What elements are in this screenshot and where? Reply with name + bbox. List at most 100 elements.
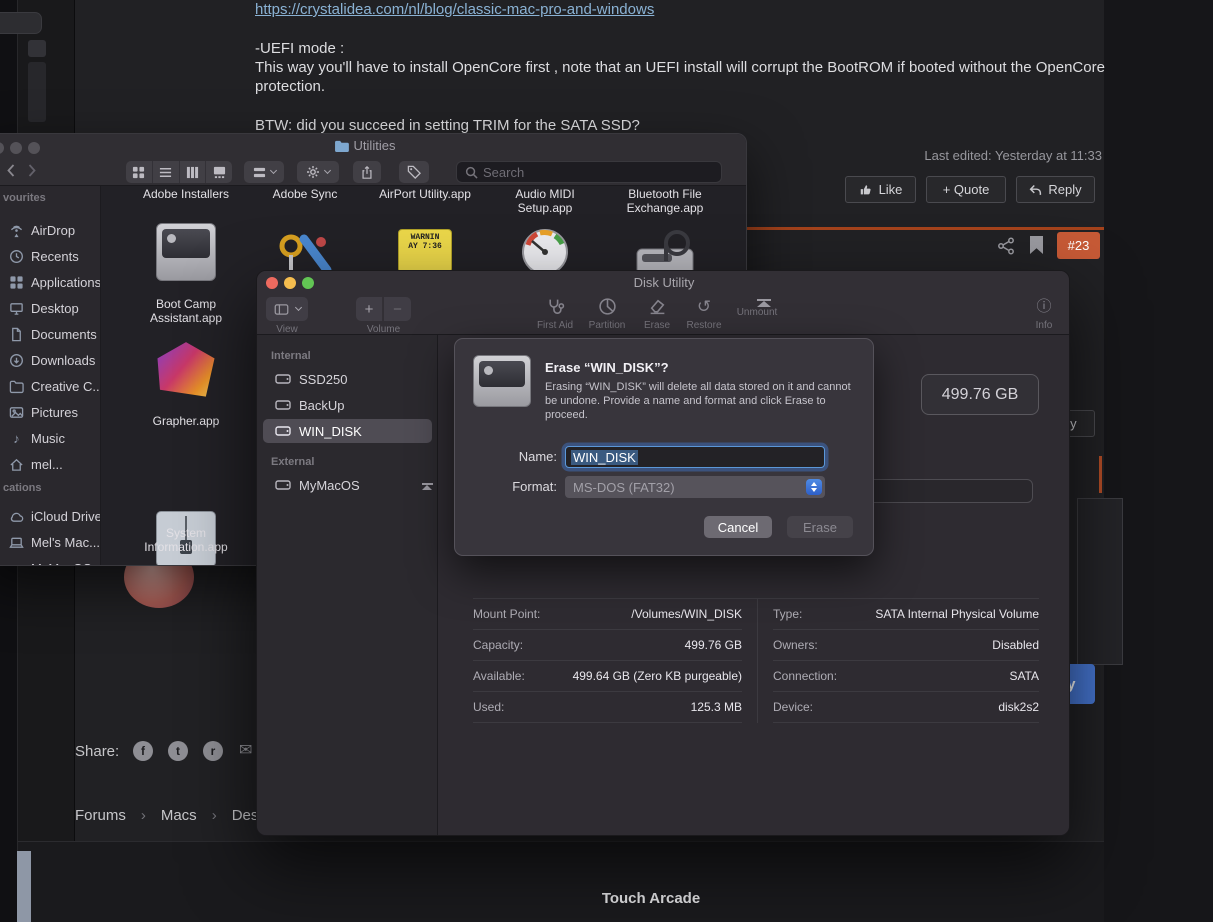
- erase-dialog: Erase “WIN_DISK”? Erasing “WIN_DISK” wil…: [454, 338, 874, 556]
- add-volume-button[interactable]: +: [356, 297, 383, 321]
- gallery-view-button[interactable]: [206, 161, 232, 183]
- column-view-button[interactable]: [180, 161, 207, 183]
- volume-label: SSD250: [299, 371, 348, 387]
- file-label-adobe-installers[interactable]: Adobe Installers: [126, 187, 246, 201]
- page-gutter: [1104, 0, 1213, 922]
- sidebar-item-home[interactable]: mel...: [0, 452, 100, 476]
- unmount-button[interactable]: Unmount: [729, 297, 785, 318]
- twitter-icon[interactable]: t: [168, 741, 188, 761]
- group-by-button[interactable]: [244, 161, 284, 183]
- info-button[interactable]: ⓘ Info: [1016, 297, 1069, 331]
- unmount-label: Unmount: [736, 307, 778, 318]
- file-label-adobe-sync[interactable]: Adobe Sync: [245, 187, 365, 201]
- warning-app-icon[interactable]: WARNIN AY 7:36: [398, 229, 452, 273]
- sidebar-item-desktop[interactable]: Desktop: [0, 296, 100, 320]
- breadcrumb-macs[interactable]: Macs: [161, 807, 197, 824]
- laptop-icon: [9, 535, 24, 550]
- reply-button[interactable]: Reply: [1016, 176, 1095, 203]
- quote-accent-bar: [1099, 456, 1102, 493]
- detail-value: SATA: [1009, 669, 1039, 683]
- disk-utility-titlebar[interactable]: Disk Utility View + − Volume First Aid P…: [257, 271, 1069, 335]
- sidebar-volume-ssd250[interactable]: SSD250: [263, 367, 432, 391]
- restore-button[interactable]: ↺ Restore: [676, 297, 732, 331]
- cancel-button[interactable]: Cancel: [704, 516, 772, 538]
- file-label-audio-midi[interactable]: Audio MIDI Setup.app: [503, 187, 587, 215]
- search-field[interactable]: [456, 161, 722, 183]
- chevron-down-icon: [294, 303, 303, 311]
- background-button-fragment: [28, 40, 46, 57]
- sidebar-volume-mymacos[interactable]: MyMacOS: [263, 473, 432, 497]
- quote-button[interactable]: + Quote: [926, 176, 1006, 203]
- first-aid-button[interactable]: First Aid: [527, 297, 583, 331]
- detail-label: Device:: [773, 700, 814, 714]
- sidebar-item-icloud[interactable]: iCloud Drive: [0, 504, 101, 528]
- remove-volume-button[interactable]: −: [384, 297, 411, 321]
- facebook-icon[interactable]: f: [133, 741, 153, 761]
- sidebar-volume-win-disk-selected[interactable]: WIN_DISK: [263, 419, 432, 443]
- search-input[interactable]: [483, 164, 713, 180]
- disk-utility-sidebar: Internal SSD250 BackUp WIN_DISK External…: [257, 335, 438, 835]
- action-menu-button[interactable]: [297, 161, 339, 183]
- volume-label: BackUp: [299, 397, 345, 413]
- erase-dialog-body: Erasing “WIN_DISK” will delete all data …: [545, 381, 851, 421]
- eraser-icon: [648, 297, 667, 316]
- detail-row: Mount Point: /Volumes/WIN_DISK: [473, 599, 742, 630]
- share-post-icon[interactable]: [997, 237, 1015, 255]
- share-row-label: Share:: [75, 743, 120, 760]
- clock-icon: [9, 249, 24, 264]
- post-link[interactable]: https://crystalidea.com/nl/blog/classic-…: [255, 1, 654, 18]
- file-label-system-information[interactable]: System Information.app: [140, 526, 232, 554]
- icon-view-button[interactable]: [126, 161, 153, 183]
- sidebar-label: iCloud Drive: [31, 508, 101, 524]
- folder-icon: [9, 379, 24, 394]
- airdrop-icon: [9, 223, 24, 238]
- name-field-selected-text: WIN_DISK: [571, 449, 638, 465]
- tag-button[interactable]: [399, 161, 429, 183]
- like-button[interactable]: Like: [845, 176, 916, 203]
- detail-label: Mount Point:: [473, 607, 541, 621]
- downloads-icon: [9, 353, 24, 368]
- sidebar-item-applications[interactable]: Applications: [0, 270, 100, 294]
- breadcrumb-forums[interactable]: Forums: [75, 807, 126, 824]
- sidebar-item-downloads[interactable]: Downloads: [0, 348, 100, 372]
- share-button[interactable]: [353, 161, 381, 183]
- sidebar-item-airdrop[interactable]: AirDrop: [0, 218, 100, 242]
- partition-button[interactable]: Partition: [579, 297, 635, 331]
- sidebar-item-mac[interactable]: Mel's Mac...: [0, 530, 100, 554]
- footer-title[interactable]: Touch Arcade: [551, 890, 751, 907]
- sidebar-volume-backup[interactable]: BackUp: [263, 393, 432, 417]
- forward-button[interactable]: [27, 163, 38, 178]
- format-dropdown[interactable]: MS-DOS (FAT32): [565, 476, 825, 498]
- sidebar-item-mymacos[interactable]: MyMacOS: [0, 556, 100, 565]
- view-button[interactable]: [266, 297, 308, 321]
- sidebar-item-recents[interactable]: Recents: [0, 244, 100, 268]
- sidebar-item-documents[interactable]: Documents: [0, 322, 100, 346]
- back-button[interactable]: [5, 163, 16, 178]
- sidebar-item-pictures[interactable]: Pictures: [0, 400, 100, 424]
- info-icon: ⓘ: [1036, 298, 1052, 315]
- bookmark-icon[interactable]: [1030, 236, 1043, 254]
- name-field[interactable]: WIN_DISK: [565, 446, 825, 468]
- email-icon[interactable]: ✉: [239, 740, 252, 760]
- boot-camp-app-icon[interactable]: [156, 223, 216, 281]
- detail-value: /Volumes/WIN_DISK: [631, 607, 742, 621]
- capacity-badge: 499.76 GB: [921, 374, 1039, 415]
- icloud-icon: [9, 509, 24, 524]
- format-dropdown-value: MS-DOS (FAT32): [573, 479, 675, 495]
- post-number-badge[interactable]: #23: [1057, 232, 1100, 259]
- finder-titlebar[interactable]: Utilities: [0, 134, 746, 186]
- details-left-column: Mount Point: /Volumes/WIN_DISK Capacity: 4…: [473, 598, 757, 723]
- file-label-bluetooth[interactable]: Bluetooth File Exchange.app: [617, 187, 713, 215]
- search-icon: [465, 166, 478, 179]
- sidebar-item-creative-cloud[interactable]: Creative C...: [0, 374, 100, 398]
- reddit-icon[interactable]: r: [203, 741, 223, 761]
- file-label-airport-utility[interactable]: AirPort Utility.app: [365, 187, 485, 201]
- list-view-button[interactable]: [153, 161, 180, 183]
- file-label-boot-camp[interactable]: Boot Camp Assistant.app: [144, 297, 228, 325]
- detail-row: Type: SATA Internal Physical Volume: [773, 599, 1039, 630]
- file-label-grapher[interactable]: Grapher.app: [126, 414, 246, 428]
- erase-confirm-button[interactable]: Erase: [787, 516, 853, 538]
- grapher-app-icon[interactable]: [157, 342, 215, 397]
- sidebar-label: Desktop: [31, 300, 79, 316]
- sidebar-item-music[interactable]: ♪ Music: [0, 426, 100, 450]
